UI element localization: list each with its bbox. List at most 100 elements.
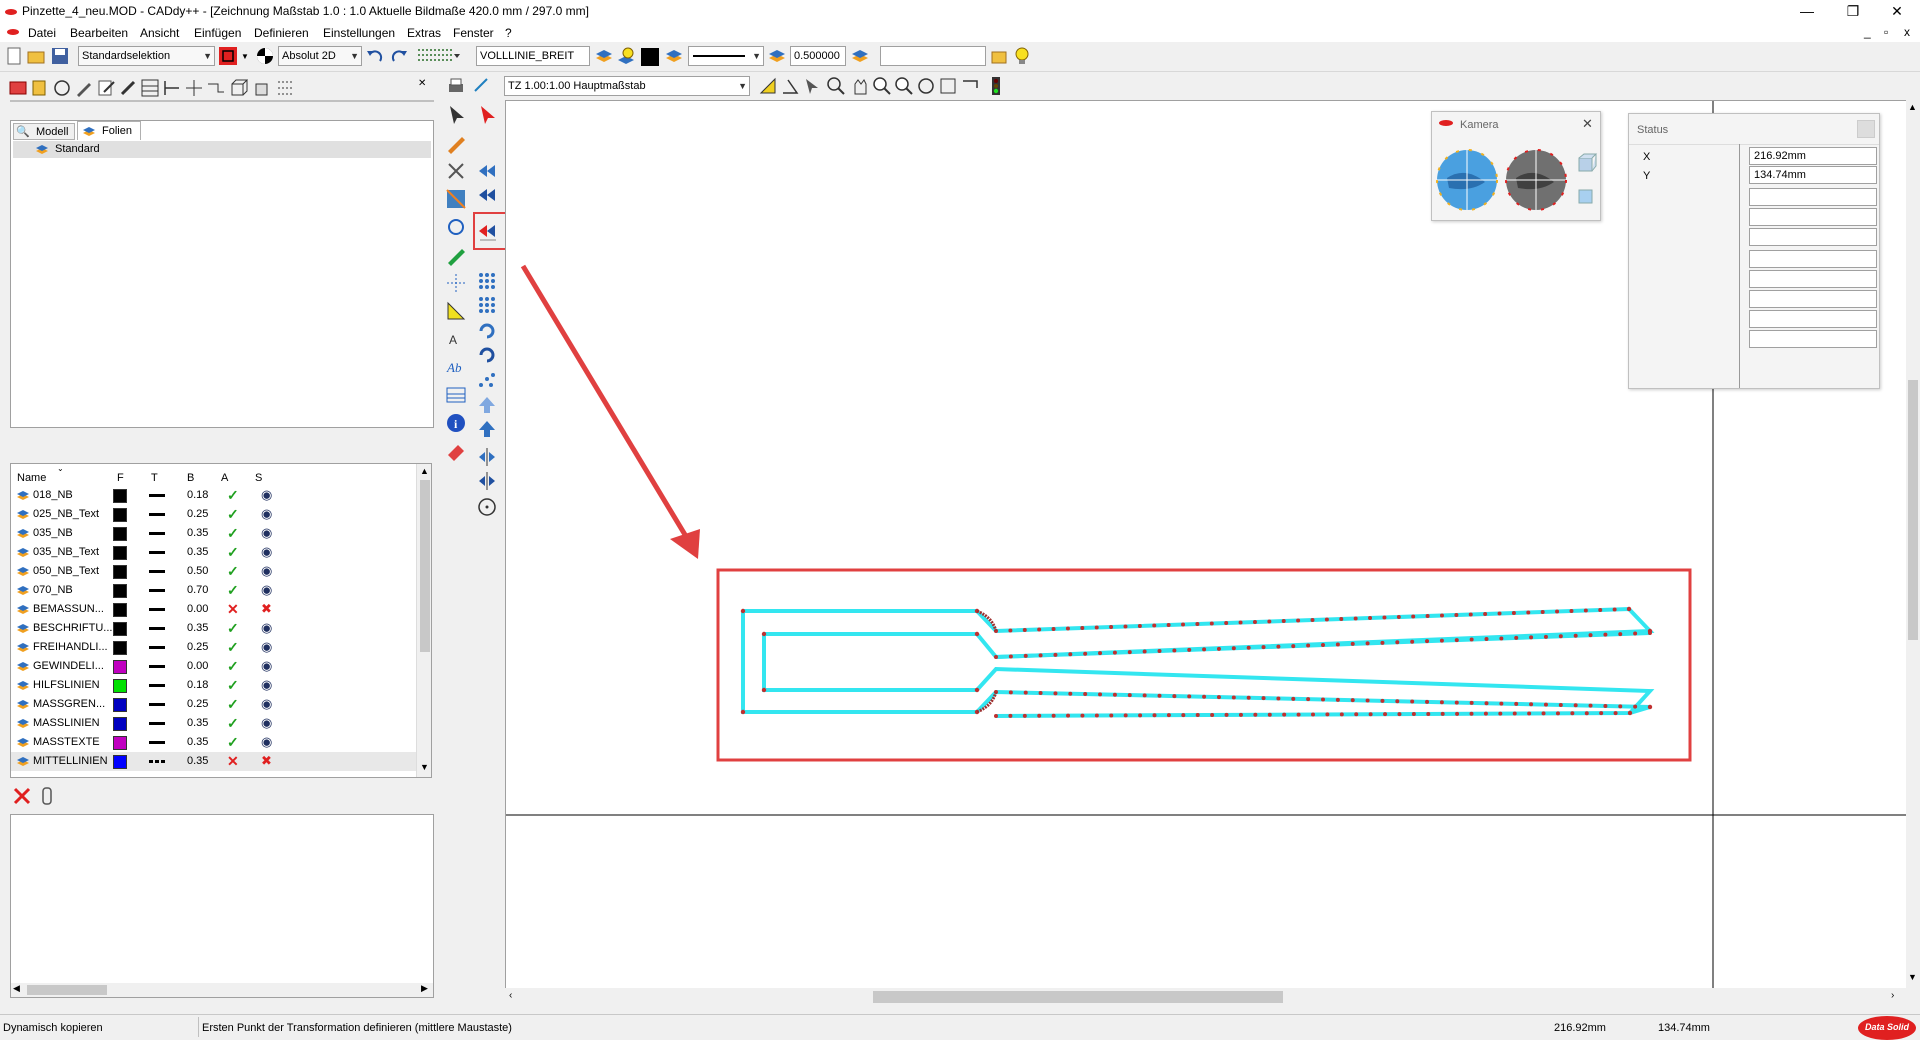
hidden-eye-icon[interactable]: ✖ xyxy=(261,753,272,769)
minimize-button[interactable]: — xyxy=(1784,0,1830,23)
visible-eye-icon[interactable]: ◉ xyxy=(261,525,272,541)
earth-globe-icon[interactable] xyxy=(1435,148,1499,212)
visible-eye-icon[interactable]: ◉ xyxy=(261,487,272,503)
gray-globe-icon[interactable] xyxy=(1504,148,1568,212)
inner-minimize-button[interactable]: _ xyxy=(1864,25,1871,39)
refresh-view-icon[interactable] xyxy=(960,76,980,96)
layer-color-swatch[interactable] xyxy=(113,755,127,769)
scrollbar-thumb[interactable] xyxy=(873,991,1283,1003)
layer-stack-icon[interactable] xyxy=(850,46,870,66)
pin-icon[interactable]: ✕ xyxy=(418,78,426,89)
layer-line-width[interactable]: 0.35 xyxy=(187,527,208,539)
measure-icon[interactable] xyxy=(758,76,778,96)
menu-ansicht[interactable]: Ansicht xyxy=(140,26,179,40)
scroll-down-icon[interactable]: ▼ xyxy=(1908,972,1917,982)
coord-mode-combo[interactable]: Absolut 2D ▼ xyxy=(278,46,362,66)
layer-color-swatch[interactable] xyxy=(113,508,127,522)
menu-extras[interactable]: Extras xyxy=(407,26,441,40)
active-check-icon[interactable]: ✓ xyxy=(227,525,239,542)
visible-eye-icon[interactable]: ◉ xyxy=(261,544,272,560)
layer-line-type[interactable] xyxy=(149,513,165,516)
layer-line-type[interactable] xyxy=(149,627,165,630)
scale-combo[interactable]: TZ 1.00:1.00 Hauptmaßstab ▼ xyxy=(504,76,750,96)
layer-row[interactable]: MASSLINIEN 0.35 ✓ ◉ xyxy=(11,714,416,733)
visible-eye-icon[interactable]: ◉ xyxy=(261,696,272,712)
layer-line-type[interactable] xyxy=(149,494,165,497)
rotate-copy-icon[interactable] xyxy=(476,320,500,342)
panel-tool-icon[interactable] xyxy=(30,78,50,98)
traffic-light-icon[interactable] xyxy=(986,76,1006,96)
layer-line-width[interactable]: 0.25 xyxy=(187,508,208,520)
panel-tool-icon[interactable] xyxy=(52,78,72,98)
mirror-icon[interactable] xyxy=(476,446,500,468)
layer-color-swatch[interactable] xyxy=(113,660,127,674)
visible-eye-icon[interactable]: ◉ xyxy=(261,658,272,674)
copy-icon[interactable] xyxy=(476,184,500,206)
pen-green-icon[interactable] xyxy=(445,244,469,266)
scrollbar-thumb[interactable] xyxy=(420,480,430,652)
layer-color-swatch[interactable] xyxy=(113,698,127,712)
inner-restore-button[interactable]: ▫ xyxy=(1884,25,1888,39)
layer-line-width[interactable]: 0.35 xyxy=(187,717,208,729)
visible-eye-icon[interactable]: ◉ xyxy=(261,620,272,636)
layer-line-type[interactable] xyxy=(149,532,165,535)
layer-color-swatch[interactable] xyxy=(113,489,127,503)
mirror-copy-icon[interactable] xyxy=(476,470,500,492)
column-header-b[interactable]: B xyxy=(187,472,194,484)
visible-eye-icon[interactable]: ◉ xyxy=(261,734,272,750)
grid-dots-icon[interactable] xyxy=(416,46,460,66)
layer-line-type[interactable] xyxy=(149,741,165,744)
text-style-icon[interactable]: Ab xyxy=(445,356,469,378)
angle-icon[interactable] xyxy=(780,76,800,96)
active-check-icon[interactable]: ✓ xyxy=(227,677,239,694)
zoom-window-icon[interactable] xyxy=(826,76,846,96)
rotate-move-icon[interactable] xyxy=(476,344,500,366)
layer-stack-icon[interactable] xyxy=(767,46,787,66)
column-header-t[interactable]: T xyxy=(151,472,158,484)
lightbulb-layer-icon[interactable] xyxy=(616,46,636,66)
layer-row[interactable]: BEMASSUN... 0.00 ✕ ✖ xyxy=(11,600,416,619)
layer-input-field[interactable] xyxy=(880,46,986,66)
column-header-a[interactable]: A xyxy=(221,472,228,484)
inactive-x-icon[interactable]: ✕ xyxy=(227,601,239,618)
layer-line-type[interactable] xyxy=(149,722,165,725)
close-icon[interactable]: ✕ xyxy=(1582,116,1593,132)
tools-icon[interactable] xyxy=(445,160,469,182)
layer-line-width[interactable]: 0.00 xyxy=(187,660,208,672)
column-header-name[interactable]: Name xyxy=(17,472,46,484)
inactive-x-icon[interactable]: ✕ xyxy=(227,753,239,770)
layer-line-type[interactable] xyxy=(149,684,165,687)
layer-line-width[interactable]: 0.35 xyxy=(187,755,208,767)
active-check-icon[interactable]: ✓ xyxy=(227,506,239,523)
scatter-icon[interactable] xyxy=(476,370,500,392)
layer-row[interactable]: MITTELLINIEN 0.35 ✕ ✖ xyxy=(11,752,416,771)
snap-point-icon[interactable] xyxy=(445,272,469,294)
info-icon[interactable]: i xyxy=(445,412,469,434)
clip-icon[interactable] xyxy=(38,786,58,806)
scroll-right-icon[interactable]: ▶ xyxy=(421,983,428,994)
visible-eye-icon[interactable]: ◉ xyxy=(261,506,272,522)
line-type-combo[interactable]: ▼ xyxy=(688,46,764,66)
scroll-left-icon[interactable]: ◀ xyxy=(13,983,20,994)
color-swatch[interactable] xyxy=(641,48,659,66)
active-check-icon[interactable]: ✓ xyxy=(227,487,239,504)
active-check-icon[interactable]: ✓ xyxy=(227,639,239,656)
layer-line-width[interactable]: 0.35 xyxy=(187,622,208,634)
layer-row[interactable]: HILFSLINIEN 0.18 ✓ ◉ xyxy=(11,676,416,695)
camera-window[interactable]: Kamera ✕ xyxy=(1431,111,1601,221)
visible-eye-icon[interactable]: ◉ xyxy=(261,639,272,655)
hidden-eye-icon[interactable]: ✖ xyxy=(261,601,272,617)
save-icon[interactable] xyxy=(50,46,70,66)
scroll-left-icon[interactable]: ‹ xyxy=(509,990,512,1001)
layer-color-swatch[interactable] xyxy=(113,603,127,617)
array-icon[interactable] xyxy=(476,270,500,292)
canvas-horizontal-scrollbar[interactable]: ‹ › xyxy=(505,988,1905,1006)
scroll-right-icon[interactable]: › xyxy=(1891,990,1894,1001)
active-check-icon[interactable]: ✓ xyxy=(227,658,239,675)
selection-mode-combo[interactable]: Standardselektion ▼ xyxy=(78,46,215,66)
select-arrow-icon[interactable] xyxy=(445,104,469,126)
layer-row[interactable]: MASSGREN... 0.25 ✓ ◉ xyxy=(11,695,416,714)
menu-datei[interactable]: Datei xyxy=(28,26,56,40)
open-folder-icon[interactable] xyxy=(26,46,46,66)
redo-icon[interactable] xyxy=(389,46,409,66)
